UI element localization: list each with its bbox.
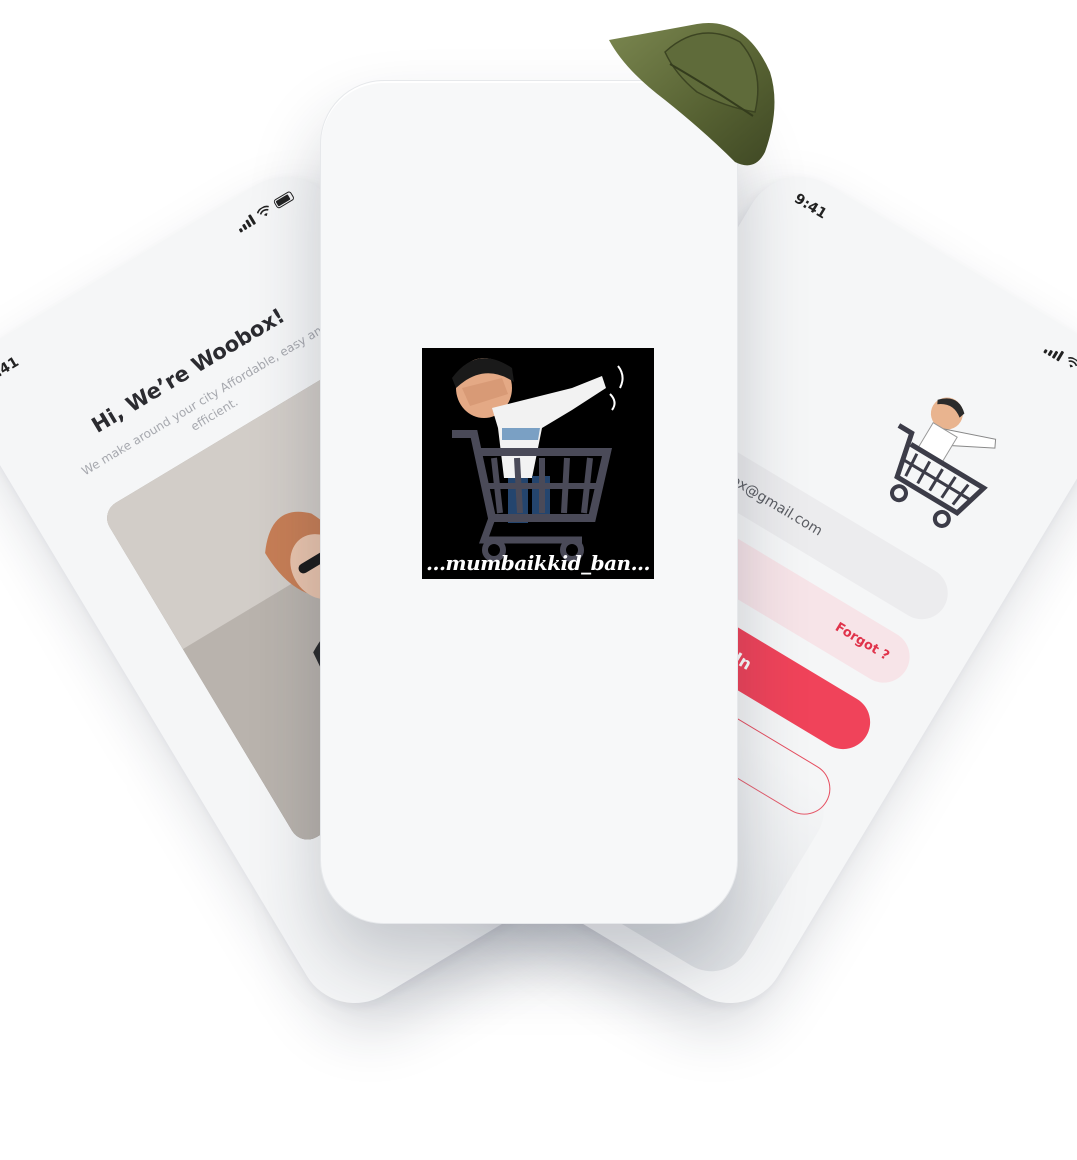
center-phone-mockup: ...mumbaikkid_ban...: [320, 80, 738, 924]
status-bar: 9:41: [760, 156, 1077, 407]
cart-dab-image: ...mumbaikkid_ban...: [422, 348, 654, 579]
wifi-icon: [1068, 356, 1077, 367]
status-time: 9:41: [0, 354, 22, 386]
status-time: 9:41: [791, 190, 830, 223]
status-icons: [1043, 341, 1077, 386]
cart-dab-sticker: [890, 397, 997, 528]
shopping-cart-icon: [422, 348, 654, 579]
wifi-icon: [256, 205, 269, 216]
banner-handle-text: ...mumbaikkid_ban...: [426, 551, 650, 575]
forgot-password-link[interactable]: Forgot ?: [832, 620, 891, 664]
bucket-hat-icon: [609, 23, 775, 166]
battery-icon: [272, 190, 296, 210]
signal-icon: [1043, 342, 1065, 362]
signal-icon: [235, 213, 256, 233]
status-icons: [234, 189, 296, 234]
mockup-stage: 9:41 Hi, We’re Woobox! We make around yo…: [0, 0, 1077, 1160]
